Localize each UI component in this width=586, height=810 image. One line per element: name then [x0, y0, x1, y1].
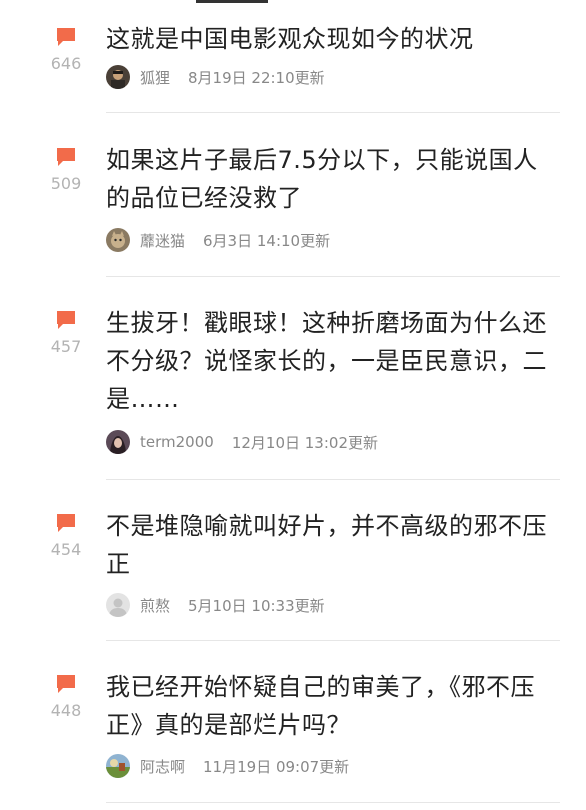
timestamp: 11月19日 09:07更新: [203, 757, 350, 776]
comment-vote-icon[interactable]: [55, 309, 77, 331]
timestamp: 8月19日 22:10更新: [188, 68, 325, 87]
vote-count: 646: [50, 54, 82, 73]
vote-count: 454: [50, 540, 82, 559]
top-tab-indicator: [196, 0, 268, 3]
comment-text: 不是堆隐喻就叫好片，并不高级的邪不压正: [106, 512, 547, 578]
comment-divider: [106, 276, 560, 277]
vote[interactable]: 448: [44, 673, 88, 720]
comment-vote-icon[interactable]: [55, 673, 77, 695]
comment-meta: 蘼迷猫 6月3日 14:10更新: [106, 227, 330, 253]
avatar-cat-photo-icon[interactable]: [106, 228, 130, 252]
vote[interactable]: 454: [44, 512, 88, 559]
vote-count: 509: [50, 174, 82, 193]
comment-meta: 狐狸 8月19日 22:10更新: [106, 64, 325, 90]
username[interactable]: 狐狸: [140, 67, 170, 88]
vote-count: 457: [50, 337, 82, 356]
username[interactable]: 煎熬: [140, 595, 170, 616]
avatar-fox-photo-icon[interactable]: [106, 65, 130, 89]
vote[interactable]: 509: [44, 146, 88, 193]
comment-text: 我已经开始怀疑自己的审美了，《邪不压正》真的是部烂片吗？: [106, 673, 535, 739]
comment-vote-icon[interactable]: [55, 26, 77, 48]
comment-vote-icon[interactable]: [55, 146, 77, 168]
vote[interactable]: 457: [44, 309, 88, 356]
comment-text: 这就是中国电影观众现如今的状况: [106, 25, 474, 53]
comment-divider: [106, 479, 560, 480]
comment-divider: [106, 640, 560, 641]
username[interactable]: 阿志啊: [140, 756, 185, 777]
username[interactable]: 蘼迷猫: [140, 230, 185, 251]
avatar-default-user-icon[interactable]: [106, 593, 130, 617]
comment-meta: 煎熬 5月10日 10:33更新: [106, 592, 325, 618]
comment-meta: term2000 12月10日 13:02更新: [106, 429, 378, 455]
comment-meta: 阿志啊 11月19日 09:07更新: [106, 753, 349, 779]
vote-count: 448: [50, 701, 82, 720]
vote[interactable]: 646: [44, 26, 88, 73]
comment-text: 生拔牙！戳眼球！这种折磨场面为什么还不分级？说怪家长的，一是臣民意识，二是……: [106, 309, 547, 413]
avatar-landscape-photo-icon[interactable]: [106, 754, 130, 778]
timestamp: 12月10日 13:02更新: [231, 433, 378, 452]
timestamp: 5月10日 10:33更新: [188, 596, 325, 615]
comment-vote-icon[interactable]: [55, 512, 77, 534]
comment-text: 如果这片子最后7.5分以下，只能说国人的品位已经没救了: [106, 146, 538, 212]
timestamp: 6月3日 14:10更新: [203, 231, 331, 250]
username[interactable]: term2000: [140, 433, 214, 451]
comment-divider: [106, 112, 560, 113]
avatar-person-photo-icon[interactable]: [106, 430, 130, 454]
comment-divider: [106, 802, 560, 803]
